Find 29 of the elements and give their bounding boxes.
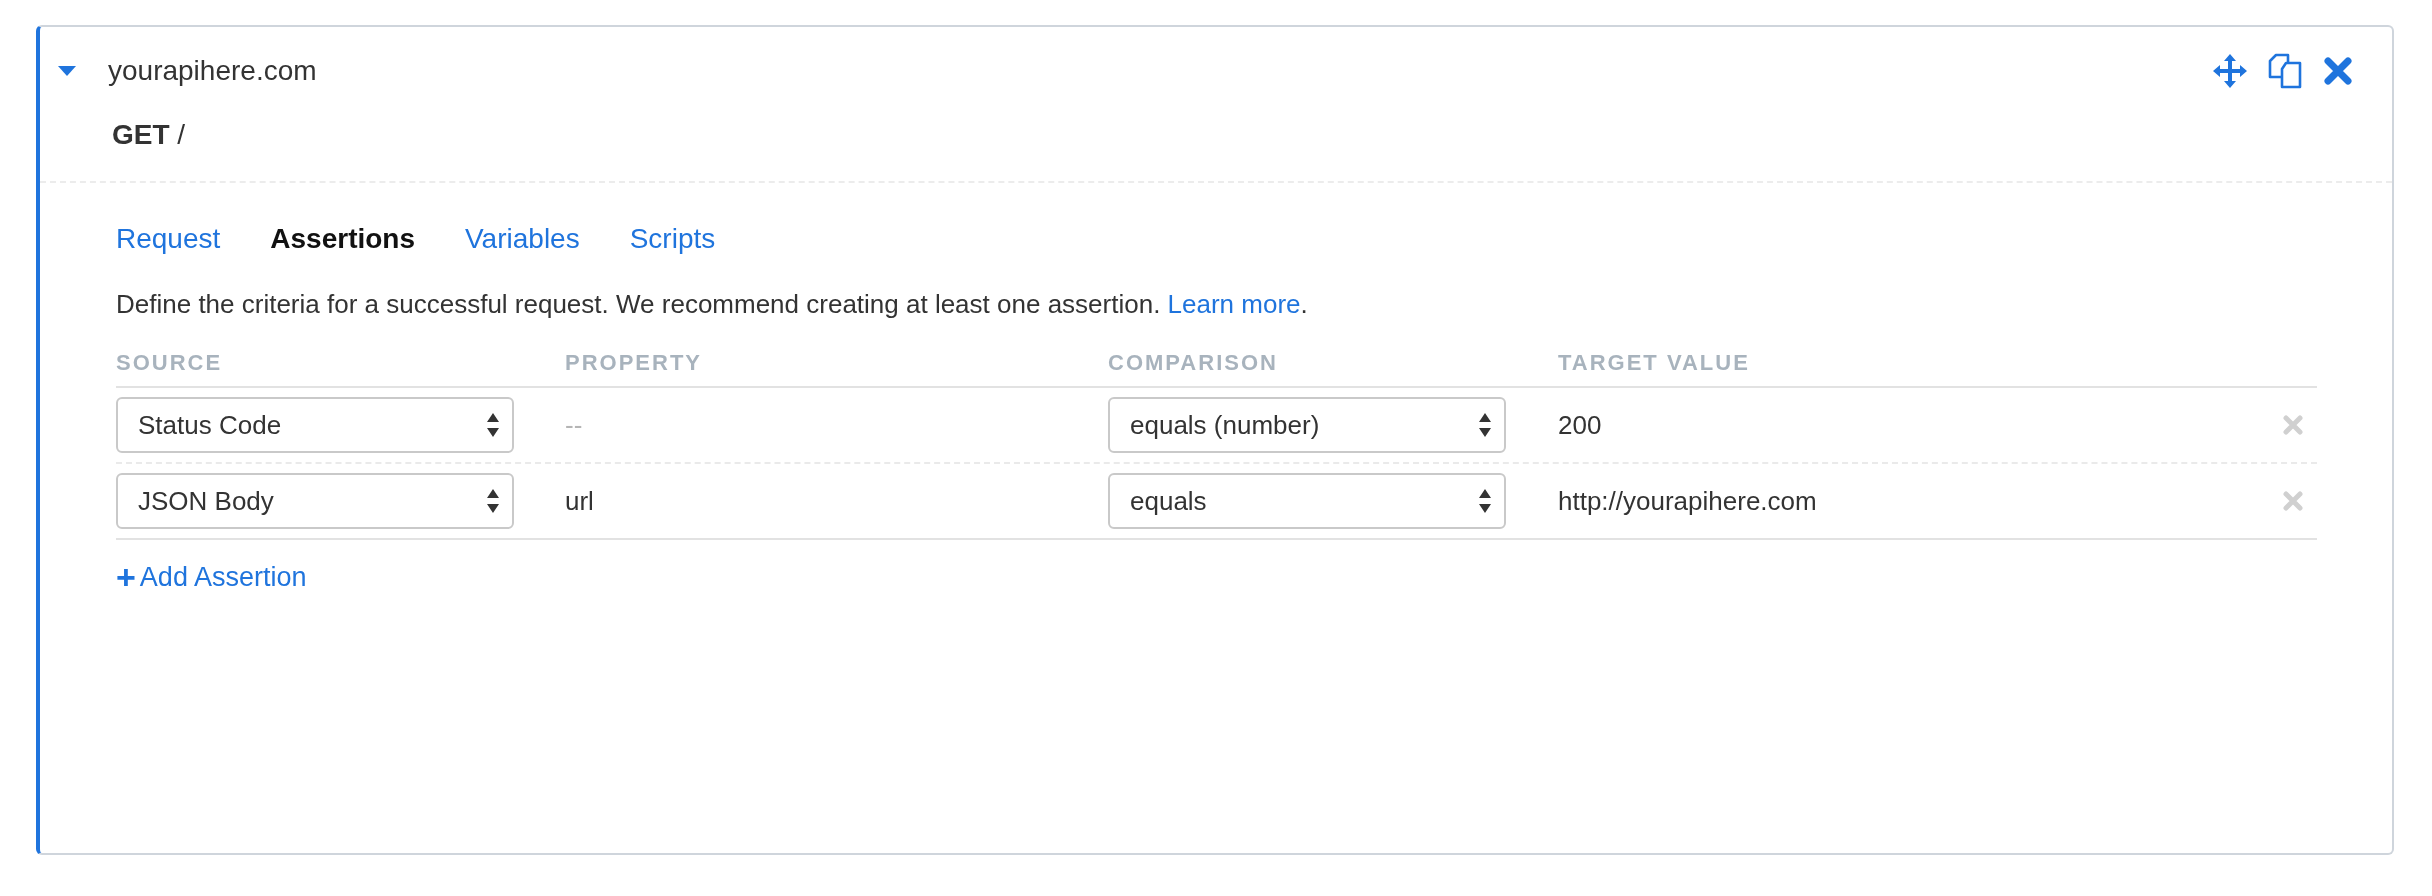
tab[interactable]: Variables: [465, 223, 580, 255]
tab[interactable]: Scripts: [629, 223, 716, 255]
caret-icon: [58, 65, 76, 77]
request-line: GET /: [112, 119, 187, 151]
sort-arrows-icon: [486, 412, 500, 438]
comparison-select[interactable]: equals (number): [1108, 397, 1506, 453]
comparison-select[interactable]: equals: [1108, 473, 1506, 529]
sort-arrows-icon: [1478, 412, 1492, 438]
column-header: PROPERTY: [565, 350, 704, 376]
add-assertion-button[interactable]: +Add Assertion: [116, 558, 307, 597]
column-header: SOURCE: [116, 350, 224, 376]
sort-arrows-icon: [486, 488, 500, 514]
column-header: TARGET VALUE: [1558, 350, 1751, 376]
tab[interactable]: Request: [116, 223, 221, 255]
step-host: yourapihere.com: [108, 55, 317, 87]
close-icon[interactable]: [2324, 57, 2352, 85]
target-value-field[interactable]: http://yourapihere.com: [1558, 485, 1978, 517]
duplicate-icon[interactable]: [2268, 53, 2304, 89]
learn-more-link[interactable]: Learn more: [1167, 289, 1301, 319]
property-field[interactable]: url: [565, 485, 985, 517]
source-select[interactable]: JSON Body: [116, 473, 514, 529]
column-header: COMPARISON: [1108, 350, 1279, 376]
target-value-field[interactable]: 200: [1558, 409, 1978, 441]
property-field[interactable]: --: [565, 409, 985, 441]
move-icon[interactable]: [2212, 53, 2248, 89]
sort-arrows-icon: [1478, 488, 1492, 514]
tab[interactable]: Assertions: [270, 223, 415, 255]
source-select[interactable]: Status Code: [116, 397, 514, 453]
description-text: Define the criteria for a successful request. We recommend creating at least one assertion. Learn more.: [116, 289, 1309, 320]
